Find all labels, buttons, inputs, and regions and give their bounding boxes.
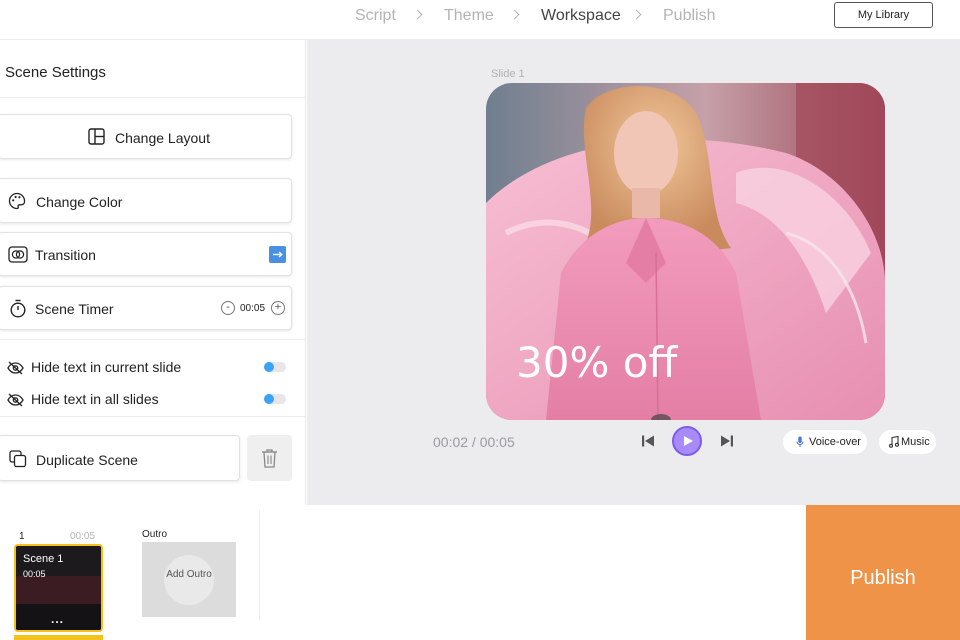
play-icon <box>684 436 693 446</box>
hide-text-all-label: Hide text in all slides <box>31 391 159 407</box>
transition-row[interactable]: Transition <box>0 232 292 276</box>
chevron-right-icon <box>509 9 520 20</box>
scene-thumbnail-title: Scene 1 <box>23 553 64 565</box>
slide-preview[interactable]: 30% off <box>486 83 885 420</box>
scene-number: 1 <box>19 531 25 542</box>
scene-timer-label: Scene Timer <box>35 301 114 317</box>
stopwatch-icon <box>10 299 26 318</box>
skip-back-icon[interactable] <box>641 434 655 448</box>
playback-time: 00:02 / 00:05 <box>433 434 515 450</box>
add-outro-button[interactable]: Add Outro <box>164 555 214 605</box>
trash-icon <box>262 449 277 468</box>
delete-scene-button[interactable] <box>247 435 292 481</box>
duplicate-scene-label: Duplicate Scene <box>36 452 138 468</box>
timer-decrement-button[interactable]: - <box>221 301 235 315</box>
scene-progress-bar <box>14 635 103 640</box>
step-theme[interactable]: Theme <box>444 6 494 26</box>
slide-overlay-text[interactable]: 30% off <box>516 338 677 387</box>
transition-icon <box>8 246 28 263</box>
hide-text-all-switch[interactable] <box>264 394 286 404</box>
scene-menu-icon[interactable]: ... <box>51 612 64 626</box>
skip-forward-icon[interactable] <box>720 434 734 448</box>
change-layout-label: Change Layout <box>115 130 210 146</box>
scene-thumbnail-time: 00:05 <box>23 569 46 579</box>
scene-thumbnail[interactable]: Scene 1 00:05 ... <box>14 544 103 632</box>
timer-increment-button[interactable]: + <box>271 301 285 315</box>
voice-over-button[interactable]: Voice-over <box>783 430 867 454</box>
eye-off-icon <box>7 361 24 375</box>
layout-icon <box>88 128 105 145</box>
music-label: Music <box>901 436 930 448</box>
divider <box>259 510 260 620</box>
step-publish[interactable]: Publish <box>663 6 715 26</box>
hide-text-current-switch[interactable] <box>264 362 286 372</box>
palette-icon <box>8 192 26 210</box>
change-layout-button[interactable]: Change Layout <box>0 114 292 159</box>
top-bar: Script Theme Workspace Publish My Librar… <box>0 0 960 40</box>
transition-label: Transition <box>35 247 96 263</box>
voice-over-label: Voice-over <box>809 436 861 448</box>
step-workspace[interactable]: Workspace <box>541 6 621 26</box>
step-script[interactable]: Script <box>355 6 396 26</box>
duplicate-icon <box>9 450 27 468</box>
scene-timer-row: Scene Timer - 00:05 + <box>0 286 292 330</box>
my-library-button[interactable]: My Library <box>834 2 933 28</box>
microphone-icon <box>796 436 804 447</box>
scene-timeline: 1 00:05 Scene 1 00:05 ... Outro Add Outr… <box>0 505 806 640</box>
chevron-right-icon <box>412 9 423 20</box>
music-button[interactable]: Music <box>879 430 936 454</box>
divider <box>0 97 306 98</box>
scene-duration: 00:05 <box>70 531 96 542</box>
publish-button[interactable]: Publish <box>806 505 960 640</box>
chevron-right-icon <box>631 9 642 20</box>
slide-label: Slide 1 <box>491 68 525 80</box>
eye-off-icon <box>7 393 24 407</box>
play-button[interactable] <box>672 426 702 456</box>
hide-text-current-label: Hide text in current slide <box>31 359 182 375</box>
arrow-right-icon <box>273 251 283 258</box>
change-color-button[interactable]: Change Color <box>0 178 292 223</box>
outro-slot[interactable]: Add Outro <box>142 542 236 617</box>
change-color-label: Change Color <box>36 194 123 210</box>
outro-label: Outro <box>142 529 168 540</box>
divider <box>0 416 306 417</box>
duplicate-scene-button[interactable]: Duplicate Scene <box>0 435 240 481</box>
divider <box>0 339 306 340</box>
timer-value: 00:05 <box>240 303 266 314</box>
panel-title: Scene Settings <box>5 64 106 81</box>
workspace-canvas: Slide 1 30% off 00:02 / 00:05 Voice-over… <box>307 40 960 505</box>
music-note-icon <box>889 436 899 448</box>
scene-settings-panel: Scene Settings Change Layout Change Colo… <box>0 40 306 505</box>
transition-toggle[interactable] <box>269 246 286 263</box>
